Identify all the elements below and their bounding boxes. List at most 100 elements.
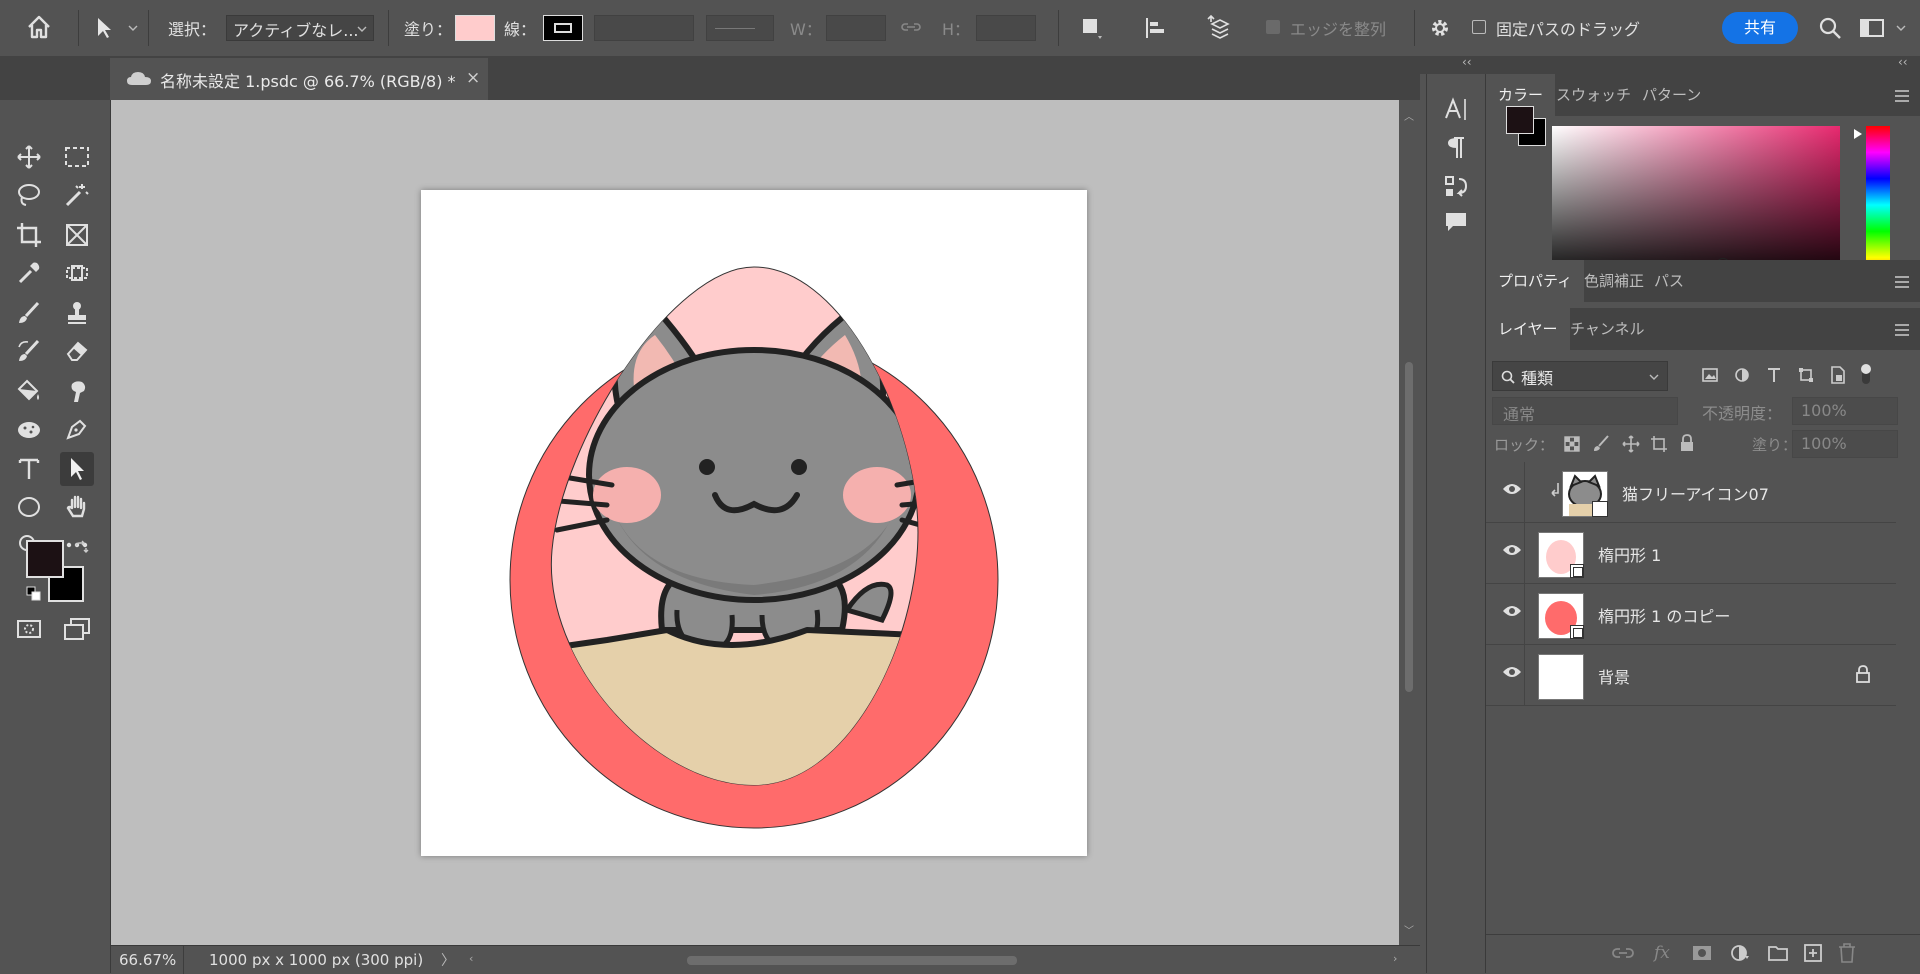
new-layer-icon[interactable] bbox=[1804, 944, 1822, 966]
gear-icon[interactable] bbox=[1428, 16, 1452, 40]
eye-icon[interactable] bbox=[1502, 665, 1522, 683]
history-brush-tool[interactable] bbox=[12, 334, 46, 368]
path-operations-icon[interactable] bbox=[1080, 16, 1104, 40]
add-mask-icon[interactable] bbox=[1692, 945, 1712, 965]
layer-row[interactable]: 楕円形 1 bbox=[1486, 523, 1896, 584]
lock-all-icon[interactable] bbox=[1680, 434, 1694, 456]
stroke-width-field[interactable] bbox=[594, 15, 694, 41]
pen-tool[interactable] bbox=[60, 412, 94, 446]
eyedropper-tool[interactable] bbox=[12, 256, 46, 290]
brush-tool[interactable] bbox=[12, 296, 46, 330]
collapse-panel-icon[interactable]: ‹‹ bbox=[1462, 55, 1472, 69]
adjustment-layer-icon[interactable] bbox=[1730, 944, 1750, 966]
smudge-tool[interactable] bbox=[60, 374, 94, 408]
frame-tool[interactable] bbox=[60, 218, 94, 252]
eye-icon[interactable] bbox=[1502, 482, 1522, 500]
scroll-down-arrow[interactable]: ﹀ bbox=[1404, 922, 1414, 937]
align-edges-checkbox[interactable] bbox=[1266, 20, 1280, 34]
filter-smart-object-icon[interactable] bbox=[1830, 366, 1846, 388]
document-tab[interactable]: 名称未設定 1.psdc @ 66.7% (RGB/8) * × bbox=[110, 58, 488, 100]
stamp-tool[interactable] bbox=[60, 296, 94, 330]
layer-row[interactable]: 楕円形 1 のコピー bbox=[1486, 584, 1896, 645]
filter-shape-icon[interactable] bbox=[1798, 367, 1814, 387]
opacity-field[interactable]: 100% bbox=[1792, 397, 1898, 425]
filter-adjustment-icon[interactable] bbox=[1734, 367, 1750, 387]
lock-pixels-icon[interactable] bbox=[1592, 435, 1610, 457]
fill-swatch[interactable] bbox=[455, 15, 495, 41]
lock-icon[interactable] bbox=[1856, 665, 1870, 687]
hue-slider-marker[interactable] bbox=[1854, 129, 1862, 139]
swap-colors-icon[interactable] bbox=[72, 540, 90, 562]
scroll-right-arrow[interactable]: › bbox=[1393, 952, 1397, 965]
close-tab-icon[interactable]: × bbox=[466, 68, 480, 88]
sponge-tool[interactable] bbox=[12, 412, 46, 446]
foreground-color-swatch[interactable] bbox=[26, 540, 64, 578]
horizontal-scroll-thumb[interactable] bbox=[687, 956, 1017, 965]
filter-pixel-icon[interactable] bbox=[1702, 368, 1718, 386]
chevron-down-icon[interactable] bbox=[1896, 24, 1906, 32]
constrain-path-checkbox[interactable] bbox=[1472, 20, 1486, 34]
link-layers-icon[interactable] bbox=[1612, 945, 1634, 965]
search-icon[interactable] bbox=[1818, 16, 1842, 40]
fx-icon[interactable]: fx bbox=[1654, 943, 1670, 963]
layer-filter-dropdown[interactable]: 種類 bbox=[1492, 361, 1668, 391]
tab-properties[interactable]: プロパティ bbox=[1486, 260, 1585, 302]
quick-mask-button[interactable] bbox=[12, 612, 46, 646]
width-field[interactable] bbox=[826, 15, 886, 41]
select-dropdown[interactable]: アクティブなレ... bbox=[226, 15, 374, 41]
color-fg-swatch[interactable] bbox=[1506, 106, 1534, 134]
tab-patterns[interactable]: パターン bbox=[1630, 74, 1713, 116]
paragraph-panel-icon[interactable] bbox=[1445, 136, 1467, 164]
marquee-tool[interactable] bbox=[60, 140, 94, 174]
horizontal-scrollbar[interactable]: ‹ › bbox=[461, 946, 1411, 974]
stroke-type-dropdown[interactable] bbox=[706, 15, 774, 41]
delete-layer-icon[interactable] bbox=[1838, 943, 1856, 967]
direct-selection-tool[interactable] bbox=[60, 452, 94, 486]
spot-heal-tool[interactable] bbox=[60, 256, 94, 290]
eraser-tool[interactable] bbox=[60, 334, 94, 368]
layer-row[interactable]: 背景 bbox=[1486, 645, 1896, 706]
glyphs-panel-icon[interactable] bbox=[1443, 174, 1469, 204]
layer-row[interactable]: 猫フリーアイコン07 bbox=[1486, 462, 1896, 523]
panel-menu-icon[interactable] bbox=[1894, 90, 1910, 102]
height-field[interactable] bbox=[976, 15, 1036, 41]
type-tool[interactable] bbox=[12, 452, 46, 486]
scroll-left-arrow[interactable]: ‹ bbox=[469, 952, 473, 965]
collapse-panel-icon[interactable]: ‹‹ bbox=[1898, 55, 1908, 69]
status-expand-arrow[interactable]: 〉 bbox=[441, 950, 455, 970]
share-button[interactable]: 共有 bbox=[1722, 12, 1798, 44]
link-icon[interactable] bbox=[900, 19, 922, 35]
filter-type-icon[interactable] bbox=[1766, 367, 1782, 387]
eye-icon[interactable] bbox=[1502, 543, 1522, 561]
filter-toggle[interactable] bbox=[1861, 364, 1871, 384]
tab-swatches[interactable]: スウォッチ bbox=[1544, 74, 1643, 116]
chevron-down-icon[interactable] bbox=[128, 24, 138, 32]
move-tool[interactable] bbox=[12, 140, 46, 174]
eye-icon[interactable] bbox=[1502, 604, 1522, 622]
ellipse-tool[interactable] bbox=[12, 490, 46, 524]
stroke-swatch[interactable] bbox=[543, 15, 583, 41]
workspace-icon[interactable] bbox=[1860, 18, 1886, 38]
vertical-scrollbar[interactable]: ︿ ﹀ bbox=[1399, 100, 1420, 945]
new-group-icon[interactable] bbox=[1768, 945, 1788, 965]
lock-artboard-icon[interactable] bbox=[1650, 435, 1668, 457]
lock-position-icon[interactable] bbox=[1622, 435, 1640, 457]
tab-paths[interactable]: パス bbox=[1642, 260, 1696, 302]
lock-transparency-icon[interactable] bbox=[1564, 436, 1580, 456]
vertical-scroll-thumb[interactable] bbox=[1405, 362, 1413, 692]
comments-panel-icon[interactable] bbox=[1443, 210, 1469, 238]
arrow-tool-icon[interactable] bbox=[94, 16, 114, 40]
panel-menu-icon[interactable] bbox=[1894, 276, 1910, 288]
hand-tool[interactable] bbox=[60, 490, 94, 524]
path-alignment-icon[interactable] bbox=[1144, 16, 1168, 40]
document-canvas[interactable] bbox=[421, 190, 1087, 856]
zoom-level[interactable]: 66.67% bbox=[119, 951, 176, 969]
screen-mode-button[interactable] bbox=[60, 612, 94, 646]
magic-wand-tool[interactable] bbox=[60, 178, 94, 212]
paint-bucket-tool[interactable] bbox=[12, 374, 46, 408]
home-icon[interactable] bbox=[26, 14, 52, 40]
character-panel-icon[interactable] bbox=[1443, 96, 1469, 126]
path-arrangement-icon[interactable] bbox=[1206, 14, 1234, 42]
fill-field[interactable]: 100% bbox=[1792, 430, 1898, 458]
crop-tool[interactable] bbox=[12, 218, 46, 252]
